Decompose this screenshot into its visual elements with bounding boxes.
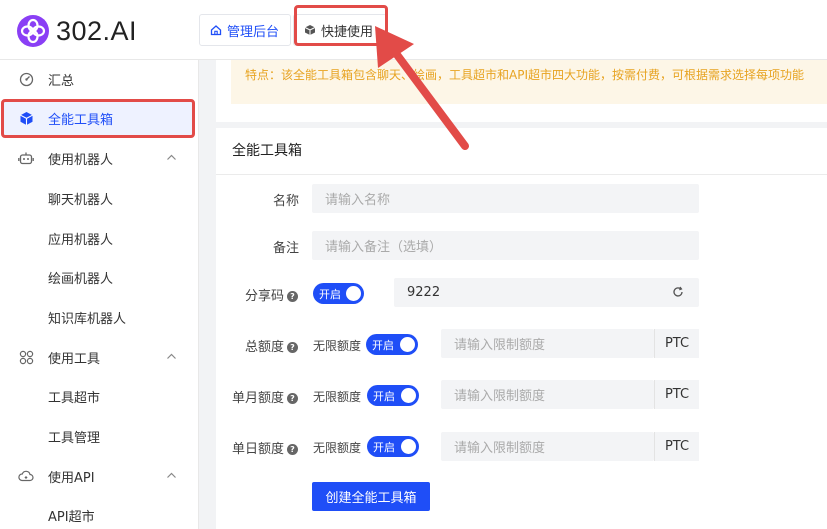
flower-logo-icon xyxy=(17,15,49,47)
sidebar-item-label: 知识库机器人 xyxy=(48,311,127,327)
daily-quota-unit: PTC xyxy=(654,432,699,461)
create-toolbox-button[interactable]: 创建全能工具箱 xyxy=(312,482,430,511)
name-input[interactable]: 请输入名称 xyxy=(312,184,699,213)
chevron-up-icon[interactable] xyxy=(166,470,177,485)
highlight-box-toolbox xyxy=(1,99,195,138)
sidebar-item-label: 使用API xyxy=(48,470,95,486)
toggle-label: 开启 xyxy=(373,389,395,403)
sidebar-item-app-robot[interactable]: 应用机器人 xyxy=(0,219,199,257)
form-title: 全能工具箱 xyxy=(232,143,302,159)
toggle-label: 开启 xyxy=(372,338,394,352)
dashboard-icon xyxy=(18,71,34,87)
sidebar-item-label: 工具管理 xyxy=(48,430,101,446)
toggle-label: 开启 xyxy=(373,440,395,454)
sidebar-item-use-api[interactable]: 使用API xyxy=(0,457,199,495)
unlimited-label: 无限额度 xyxy=(313,441,362,455)
sidebar-item-summary[interactable]: 汇总 xyxy=(0,60,199,98)
help-icon[interactable]: ? xyxy=(287,342,298,353)
sidebar-item-drawing-robot[interactable]: 绘画机器人 xyxy=(0,258,199,296)
chevron-up-icon[interactable] xyxy=(166,152,177,167)
daily-quota-toggle[interactable]: 开启 xyxy=(367,436,419,457)
toggle-label: 开启 xyxy=(319,287,341,301)
sidebar-item-knowledge-robot[interactable]: 知识库机器人 xyxy=(0,298,199,336)
share-code-toggle[interactable]: 开启 xyxy=(313,283,364,304)
brand-name: 302.AI xyxy=(56,15,138,46)
monthly-quota-label: 单月额度? xyxy=(230,387,298,406)
share-code-label: 分享码? xyxy=(230,285,298,304)
help-icon[interactable]: ? xyxy=(287,291,298,302)
monthly-quota-label-text: 单月额度 xyxy=(231,391,284,406)
home-icon xyxy=(210,24,222,36)
sidebar-item-label: API超市 xyxy=(48,509,95,525)
sidebar-item-label: 绘画机器人 xyxy=(48,271,114,287)
monthly-quota-input[interactable]: 请输入限制额度 xyxy=(441,380,654,409)
feature-notice: 特点：该全能工具箱包含聊天、绘画，工具超市和API超市四大功能，按需付费，可根据… xyxy=(231,60,827,104)
sidebar-item-tool-market[interactable]: 工具超市 xyxy=(0,377,199,415)
note-label: 备注 xyxy=(272,241,299,256)
unlimited-label: 无限额度 xyxy=(313,390,362,404)
sidebar-item-use-tools[interactable]: 使用工具 xyxy=(0,338,199,376)
name-label: 名称 xyxy=(272,194,299,209)
tab-admin-label: 管理后台 xyxy=(227,24,280,40)
help-icon[interactable]: ? xyxy=(287,393,298,404)
total-quota-toggle[interactable]: 开启 xyxy=(366,334,418,355)
share-code-input[interactable]: 9222 xyxy=(394,278,699,307)
chevron-up-icon[interactable] xyxy=(166,351,177,366)
arrow-annotation-icon xyxy=(375,26,469,150)
monthly-quota-unit: PTC xyxy=(654,380,699,409)
sidebar-item-tool-management[interactable]: 工具管理 xyxy=(0,417,199,455)
total-quota-label-text: 总额度 xyxy=(244,340,284,355)
total-quota-unit: PTC xyxy=(654,329,699,358)
refresh-icon[interactable] xyxy=(672,286,684,302)
daily-quota-label-text: 单日额度 xyxy=(231,442,284,457)
tab-admin[interactable]: 管理后台 xyxy=(199,14,291,46)
total-quota-label: 总额度? xyxy=(230,336,298,355)
apps-icon xyxy=(18,349,34,365)
robot-icon xyxy=(18,150,34,166)
note-input[interactable]: 请输入备注（选填） xyxy=(312,231,699,260)
daily-quota-input[interactable]: 请输入限制额度 xyxy=(441,432,654,461)
sidebar-item-label: 使用机器人 xyxy=(48,152,114,168)
sidebar-item-label: 汇总 xyxy=(48,73,75,89)
sidebar-item-api-market[interactable]: API超市 xyxy=(0,496,199,529)
sidebar-item-label: 应用机器人 xyxy=(48,232,114,248)
brand-logo[interactable]: 302.AI xyxy=(16,14,137,48)
sidebar-item-chat-robot[interactable]: 聊天机器人 xyxy=(0,179,199,217)
sidebar-item-use-robots[interactable]: 使用机器人 xyxy=(0,139,199,177)
monthly-quota-toggle[interactable]: 开启 xyxy=(367,385,419,406)
divider xyxy=(216,174,827,175)
total-quota-input[interactable]: 请输入限制额度 xyxy=(441,329,654,358)
share-code-value: 9222 xyxy=(407,285,441,300)
help-icon[interactable]: ? xyxy=(287,444,298,455)
unlimited-label: 无限额度 xyxy=(313,339,362,353)
sidebar-item-label: 使用工具 xyxy=(48,351,101,367)
sidebar-item-label: 聊天机器人 xyxy=(48,192,114,208)
sidebar-item-label: 工具超市 xyxy=(48,390,101,406)
daily-quota-label: 单日额度? xyxy=(230,438,298,457)
cloud-icon xyxy=(18,468,34,484)
share-code-label-text: 分享码 xyxy=(244,289,284,304)
